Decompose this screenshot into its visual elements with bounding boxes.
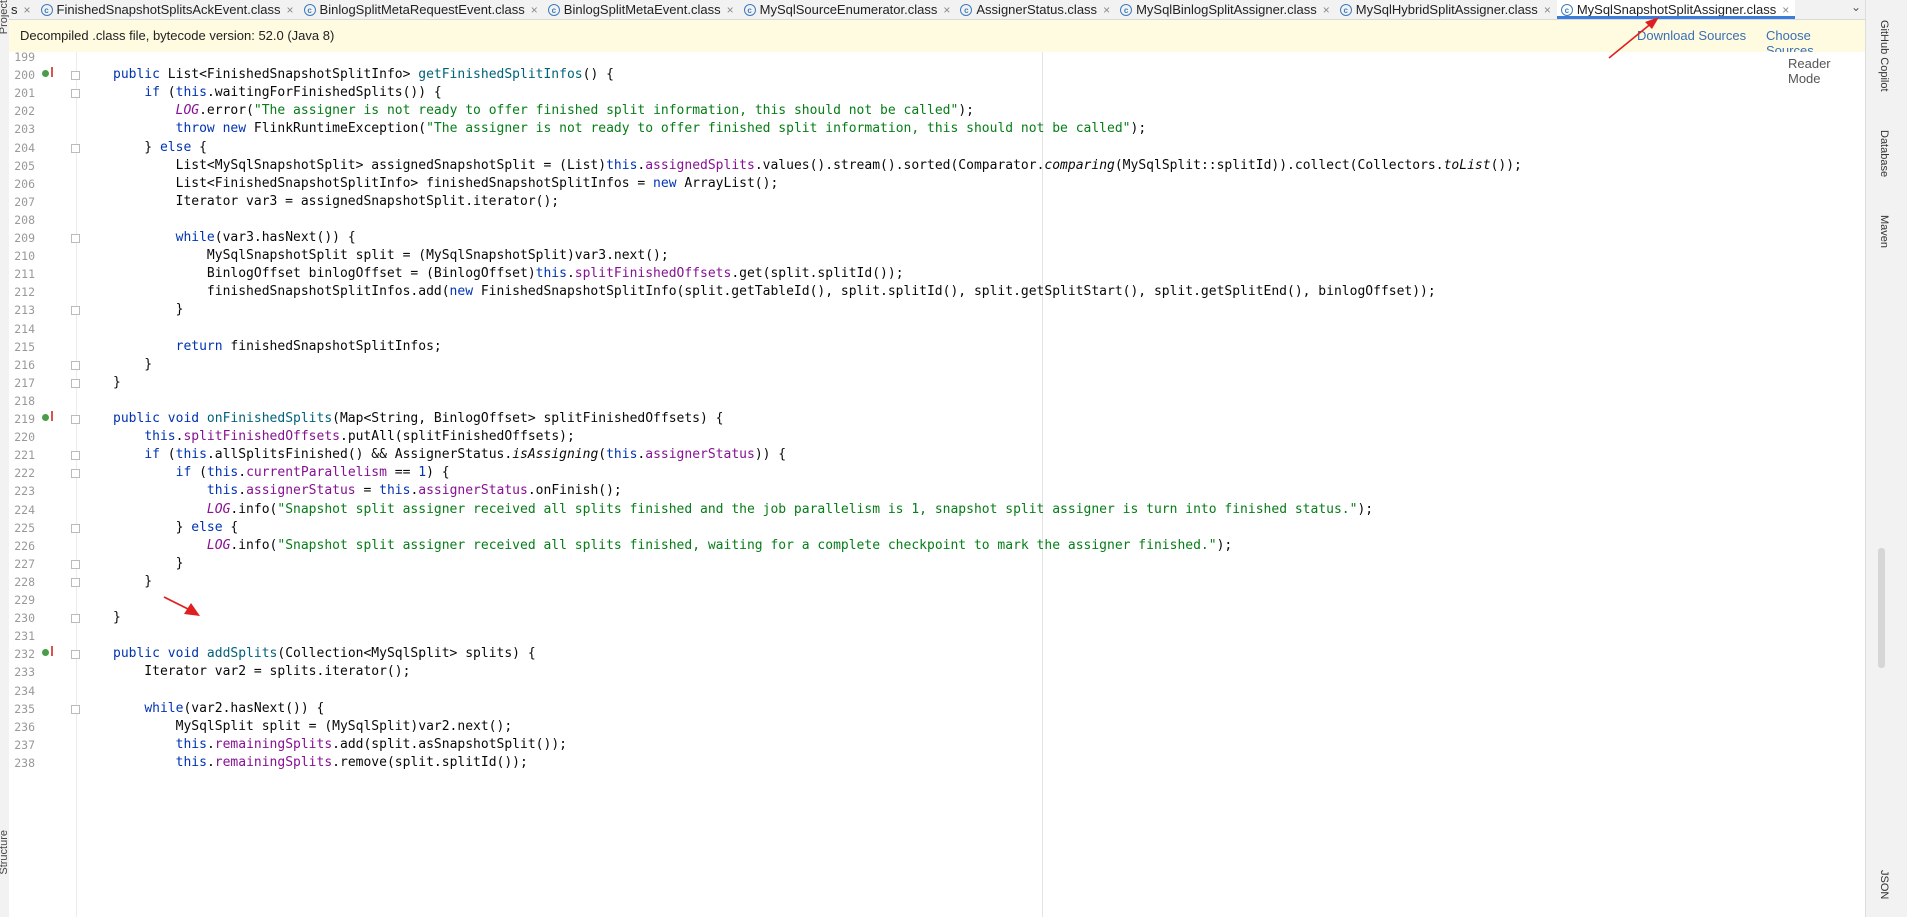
close-tab-icon[interactable]: × xyxy=(1544,3,1551,17)
tab-label: MySqlBinlogSplitAssigner.class xyxy=(1136,2,1317,17)
annotation-arrow-log xyxy=(163,596,200,616)
tab-label: s xyxy=(11,2,18,17)
editor-scrollbar[interactable] xyxy=(1878,548,1885,668)
implements-marker-icon[interactable] xyxy=(42,67,53,78)
editor-tab[interactable]: c MySqlSourceEnumerator.class × xyxy=(740,0,957,19)
fold-icon[interactable] xyxy=(71,89,80,99)
github-copilot-tool-button[interactable]: GitHub Copilot xyxy=(1878,20,1890,92)
banner-message: Decompiled .class file, bytecode version… xyxy=(20,28,335,43)
fold-icon[interactable] xyxy=(71,650,80,660)
fold-icon[interactable] xyxy=(71,143,80,153)
fold-icon[interactable] xyxy=(71,360,80,370)
editor-tab[interactable]: c BinlogSplitMetaEvent.class × xyxy=(544,0,740,19)
fold-icon[interactable] xyxy=(71,614,80,624)
annotation-arrow-tab xyxy=(1608,17,1659,59)
fold-icon[interactable] xyxy=(71,469,80,479)
class-file-icon: c xyxy=(40,3,53,16)
class-file-icon: c xyxy=(547,3,560,16)
tab-label: BinlogSplitMetaEvent.class xyxy=(563,2,721,17)
editor-tab[interactable]: c MySqlHybridSplitAssigner.class × xyxy=(1336,0,1557,19)
right-tool-strip: GitHub Copilot Database Maven JSON xyxy=(1865,0,1907,917)
editor-tab[interactable]: c MySqlSnapshotSplitAssigner.class × xyxy=(1556,0,1796,19)
fold-icon[interactable] xyxy=(71,559,80,569)
tab-list-chevron-icon[interactable]: ⌄ xyxy=(1851,0,1861,14)
code-line: 238 this.remainingSplits.remove(split.sp… xyxy=(9,752,1849,774)
tab-label: BinlogSplitMetaRequestEvent.class xyxy=(319,2,525,17)
fold-icon[interactable] xyxy=(71,234,80,243)
close-tab-icon[interactable]: × xyxy=(1103,3,1110,17)
close-tab-icon[interactable]: × xyxy=(531,3,538,17)
editor-tab[interactable]: c MySqlBinlogSplitAssigner.class × xyxy=(1116,0,1336,19)
editor-tab[interactable]: s × xyxy=(9,0,37,19)
close-tab-icon[interactable]: × xyxy=(727,3,734,17)
editor-tab[interactable]: c FinishedSnapshotSplitsAckEvent.class × xyxy=(37,0,300,19)
class-file-icon: c xyxy=(960,3,973,16)
tab-label: MySqlHybridSplitAssigner.class xyxy=(1355,2,1538,17)
editor-tab[interactable]: c BinlogSplitMetaRequestEvent.class × xyxy=(300,0,544,19)
close-tab-icon[interactable]: × xyxy=(1323,3,1330,17)
fold-icon[interactable] xyxy=(71,577,80,587)
tab-label: MySqlSourceEnumerator.class xyxy=(759,2,938,17)
close-tab-icon[interactable]: × xyxy=(24,3,31,17)
line-number: 238 xyxy=(14,755,35,770)
fold-icon[interactable] xyxy=(71,415,80,424)
class-file-icon: c xyxy=(1560,3,1573,16)
implements-marker-icon[interactable] xyxy=(42,411,53,421)
close-tab-icon[interactable]: × xyxy=(287,3,294,17)
class-file-icon: c xyxy=(743,3,756,16)
code-text: this.remainingSplits.remove(split.splitI… xyxy=(175,754,528,770)
close-tab-icon[interactable]: × xyxy=(1782,3,1789,17)
class-file-icon: c xyxy=(1339,3,1352,16)
database-tool-button[interactable]: Database xyxy=(1878,130,1890,177)
editor-tab-bar: s × c FinishedSnapshotSplitsAckEvent.class ×… xyxy=(9,0,1865,20)
maven-tool-button[interactable]: Maven xyxy=(1878,215,1890,248)
implements-marker-icon[interactable] xyxy=(42,646,53,657)
class-file-icon: c xyxy=(1120,3,1133,16)
json-tool-button[interactable]: JSON xyxy=(1878,870,1890,899)
fold-icon[interactable] xyxy=(71,71,80,81)
tab-label: FinishedSnapshotSplitsAckEvent.class xyxy=(56,2,281,17)
fold-icon[interactable] xyxy=(71,378,80,388)
editor-tab[interactable]: c AssignerStatus.class × xyxy=(956,0,1116,19)
code-editor[interactable]: Reader Mode 199 200 public List<FinishedSn… xyxy=(9,50,1865,917)
fold-icon[interactable] xyxy=(71,451,80,461)
close-tab-icon[interactable]: × xyxy=(943,3,950,17)
fold-icon[interactable] xyxy=(71,306,80,316)
fold-icon[interactable] xyxy=(71,704,80,714)
fold-icon[interactable] xyxy=(71,523,80,533)
tab-label: AssignerStatus.class xyxy=(976,2,1098,17)
class-file-icon: c xyxy=(303,3,316,16)
